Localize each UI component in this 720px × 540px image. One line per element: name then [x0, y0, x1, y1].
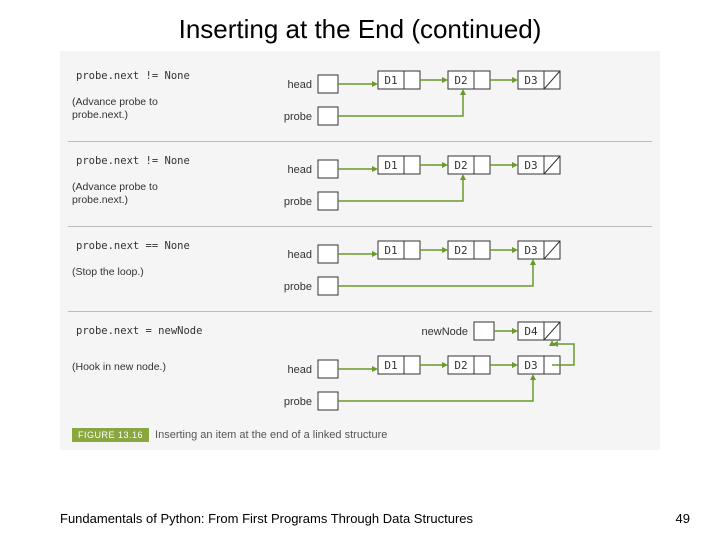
svg-text:probe: probe	[284, 196, 312, 208]
footer-source: Fundamentals of Python: From First Progr…	[60, 511, 473, 526]
svg-text:D3: D3	[524, 74, 537, 87]
svg-text:head: head	[288, 79, 312, 91]
svg-text:probe.next != None: probe.next != None	[76, 70, 190, 82]
svg-text:probe.next.): probe.next.)	[72, 109, 128, 121]
svg-text:probe.next == None: probe.next == None	[76, 240, 190, 252]
svg-text:D2: D2	[454, 359, 467, 372]
svg-text:head: head	[288, 249, 312, 261]
svg-text:head: head	[288, 364, 312, 376]
svg-text:D4: D4	[524, 325, 538, 338]
svg-text:D1: D1	[384, 159, 397, 172]
svg-text:D1: D1	[384, 74, 397, 87]
svg-text:probe.next != None: probe.next != None	[76, 155, 190, 167]
svg-text:probe.next = newNode: probe.next = newNode	[76, 325, 202, 337]
diagram-panel: probe.next = newNode (Hook in new node.) n…	[68, 311, 652, 422]
svg-text:(Hook in new node.): (Hook in new node.)	[72, 361, 166, 373]
page-title: Inserting at the End (continued)	[0, 0, 720, 51]
figure-caption: Inserting an item at the end of a linked…	[155, 429, 387, 441]
svg-text:probe.next.): probe.next.)	[72, 194, 128, 206]
diagram-panel: probe.next != None(Advance probe toprobe…	[68, 141, 652, 226]
svg-text:probe: probe	[284, 281, 312, 293]
svg-text:(Advance probe to: (Advance probe to	[72, 181, 158, 193]
svg-text:probe: probe	[284, 396, 312, 408]
svg-text:D3: D3	[524, 359, 537, 372]
figure-caption-row: FIGURE 13.16 Inserting an item at the en…	[68, 422, 652, 442]
svg-text:newNode: newNode	[422, 326, 468, 338]
svg-text:D3: D3	[524, 159, 537, 172]
diagram-panel: probe.next != None(Advance probe toprobe…	[68, 57, 652, 141]
svg-text:D2: D2	[454, 159, 467, 172]
svg-text:D3: D3	[524, 244, 537, 257]
page-number: 49	[676, 511, 690, 526]
svg-text:D2: D2	[454, 244, 467, 257]
svg-text:head: head	[288, 164, 312, 176]
svg-text:D1: D1	[384, 244, 397, 257]
figure-label-badge: FIGURE 13.16	[72, 428, 149, 442]
diagram-panel: probe.next == None (Stop the loop.) D1 D2 D3…	[68, 226, 652, 311]
svg-text:D2: D2	[454, 74, 467, 87]
svg-text:(Advance probe to: (Advance probe to	[72, 96, 158, 108]
svg-text:(Stop the loop.): (Stop the loop.)	[72, 266, 144, 278]
svg-text:D1: D1	[384, 359, 397, 372]
svg-text:probe: probe	[284, 111, 312, 123]
figure-area: probe.next != None(Advance probe toprobe…	[60, 51, 660, 450]
